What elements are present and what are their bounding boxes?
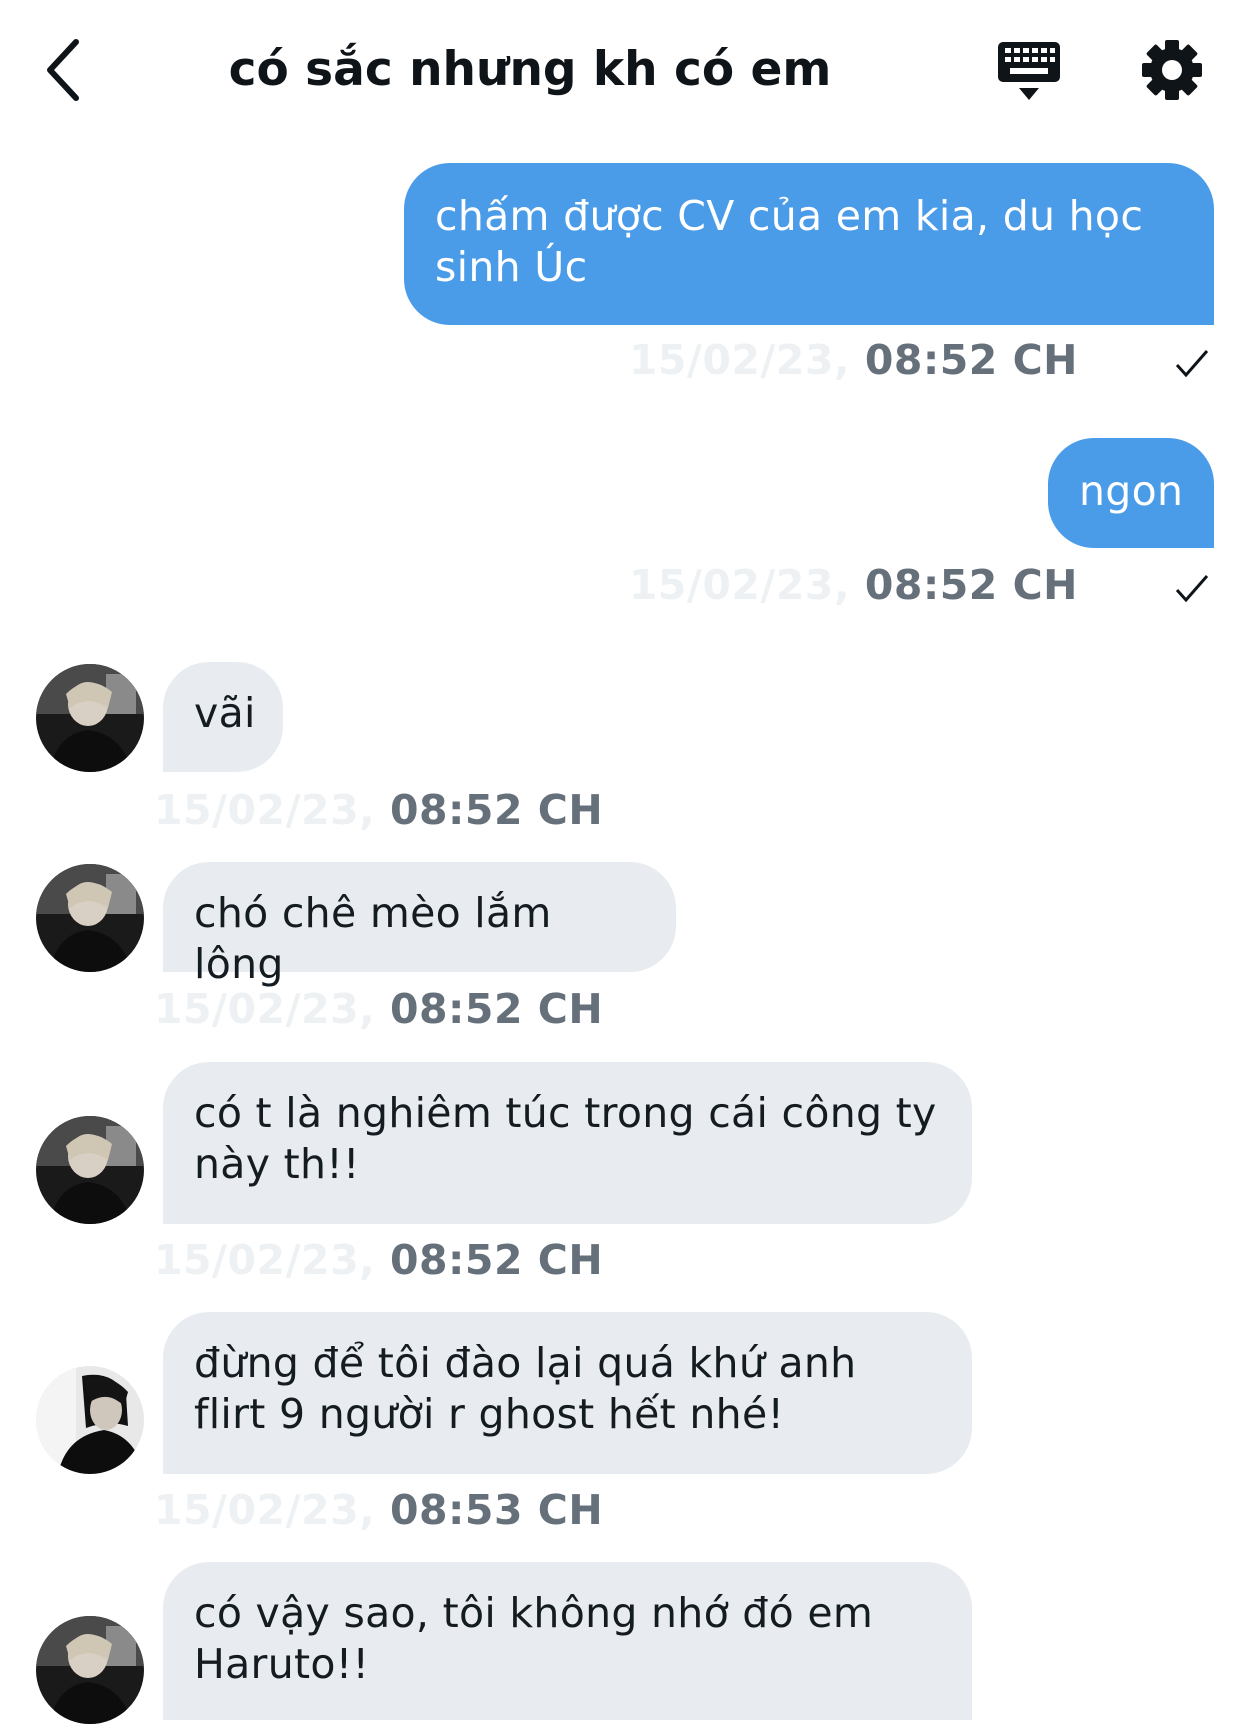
message-time: 08:53 CH [389, 1486, 604, 1534]
keyboard-button[interactable] [996, 40, 1064, 104]
message-bubble-incoming[interactable]: có t là nghiêm túc trong cái công ty này… [163, 1062, 972, 1224]
checkmark-icon [1175, 350, 1209, 378]
message-time: 08:52 CH [864, 561, 1078, 609]
conversation-header: có sắc nhưng kh có em [0, 0, 1242, 140]
message-text: chó chê mèo lắm lông [194, 889, 552, 988]
message-date: 15/02/23, [628, 561, 851, 609]
message-text: ngon [1079, 467, 1184, 515]
message-timestamp: 15/02/23, 08:52 CH [629, 560, 1078, 610]
message-timestamp: 15/02/23, 08:52 CH [629, 335, 1078, 385]
message-date: 15/02/23, [154, 1486, 376, 1534]
message-bubble-incoming[interactable]: chó chê mèo lắm lông [163, 862, 676, 988]
message-date: 15/02/23, [154, 985, 376, 1033]
avatar[interactable] [36, 1616, 144, 1724]
message-bubble-incoming[interactable]: có vậy sao, tôi không nhớ đó em Haruto!! [163, 1562, 972, 1720]
checkmark-icon [1175, 575, 1209, 603]
message-text: chấm được CV của em kia, du học sinh Úc [435, 192, 1144, 291]
message-text: có t là nghiêm túc trong cái công ty này… [194, 1089, 937, 1188]
message-bubble-incoming[interactable]: đừng để tôi đào lại quá khứ anh flirt 9 … [163, 1312, 972, 1474]
back-button[interactable] [44, 36, 100, 108]
avatar[interactable] [36, 664, 144, 772]
avatar[interactable] [36, 1366, 144, 1474]
message-time: 08:52 CH [389, 786, 604, 834]
message-text: đừng để tôi đào lại quá khứ anh flirt 9 … [194, 1339, 857, 1438]
message-timestamp: 15/02/23, 08:52 CH [154, 785, 603, 835]
message-date: 15/02/23, [628, 336, 851, 384]
message-timestamp: 15/02/23, 08:52 CH [154, 984, 603, 1034]
message-time: 08:52 CH [389, 985, 604, 1033]
message-time: 08:52 CH [389, 1236, 604, 1284]
avatar[interactable] [36, 1116, 144, 1224]
message-bubble-outgoing[interactable]: ngon [1048, 438, 1214, 548]
message-date: 15/02/23, [154, 1236, 376, 1284]
message-text: có vậy sao, tôi không nhớ đó em Haruto!! [194, 1589, 874, 1688]
conversation-title: có sắc nhưng kh có em [228, 42, 832, 97]
message-timestamp: 15/02/23, 08:52 CH [154, 1235, 603, 1285]
gear-icon [1142, 40, 1202, 100]
chevron-left-icon [47, 39, 79, 101]
message-bubble-incoming[interactable]: vãi [163, 662, 283, 772]
keyboard-icon [998, 42, 1060, 100]
message-time: 08:52 CH [864, 336, 1078, 384]
settings-button[interactable] [1140, 38, 1204, 102]
message-bubble-outgoing[interactable]: chấm được CV của em kia, du học sinh Úc [404, 163, 1214, 325]
message-text: vãi [194, 689, 256, 737]
avatar[interactable] [36, 864, 144, 972]
message-timestamp: 15/02/23, 08:53 CH [154, 1485, 603, 1535]
message-date: 15/02/23, [154, 786, 376, 834]
